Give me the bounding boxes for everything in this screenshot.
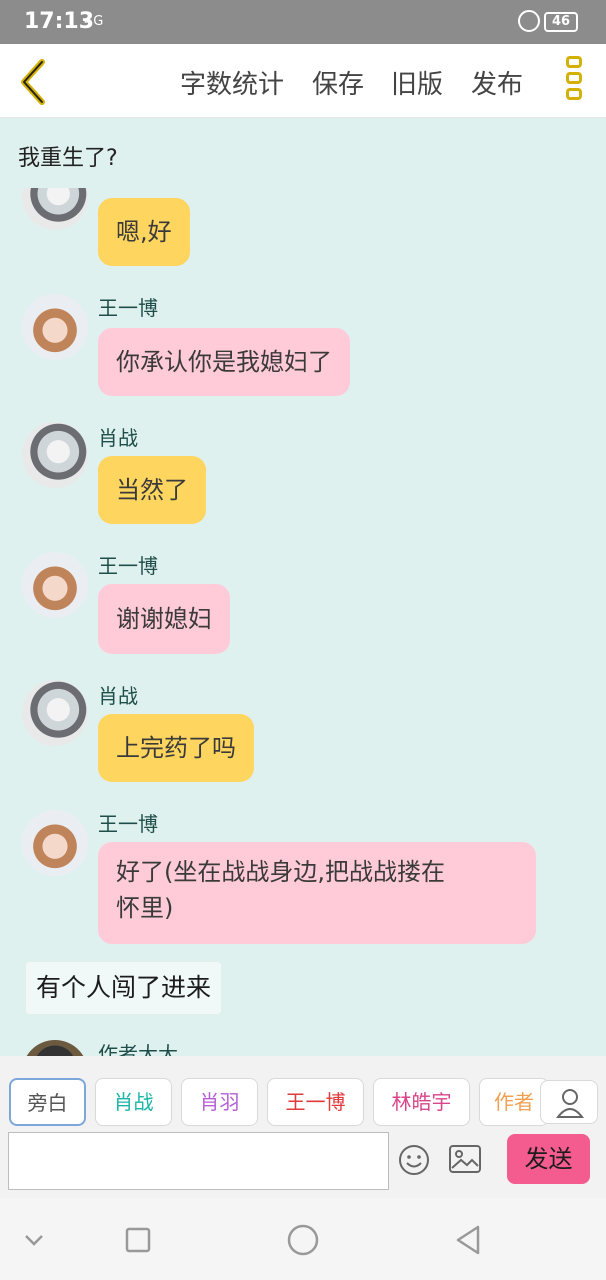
navigation-bar [0, 1198, 606, 1280]
role-label: 旁白 [27, 1091, 68, 1115]
nav-square-icon[interactable] [120, 1222, 156, 1258]
nav-circle-icon[interactable] [285, 1222, 321, 1258]
message-input[interactable] [8, 1132, 389, 1190]
avatar-author[interactable] [22, 1040, 88, 1056]
nav-down-icon[interactable] [16, 1222, 52, 1258]
message-line: 怀里) [116, 894, 174, 922]
role-tab[interactable]: 肖战 [95, 1078, 172, 1126]
message-bubble[interactable]: 上完药了吗 [98, 714, 254, 782]
avatar-xiaozhan[interactable] [22, 422, 88, 488]
message-bubble[interactable]: 好了(坐在战战身边,把战战搂在 怀里) [98, 842, 536, 944]
role-tab[interactable]: 旁白 [9, 1078, 86, 1126]
avatar-wangyibo[interactable] [22, 552, 88, 618]
battery-icon: 46 [544, 12, 578, 32]
nav-back-triangle-icon[interactable] [452, 1222, 488, 1258]
signal-icon: 4G [84, 14, 105, 29]
speaker-name: 王一博 [98, 812, 158, 836]
emoji-icon[interactable] [398, 1144, 430, 1176]
role-label: 肖战 [113, 1090, 154, 1114]
speaker-name: 王一博 [98, 554, 158, 578]
old-version-button[interactable]: 旧版 [391, 64, 443, 101]
role-label: 林皓宇 [391, 1090, 452, 1114]
publish-button[interactable]: 发布 [471, 64, 523, 101]
role-label: 王一博 [285, 1090, 346, 1114]
narration-message[interactable]: 有个人闯了进来 [26, 962, 222, 1014]
role-tab[interactable]: 王一博 [267, 1078, 364, 1126]
send-button[interactable]: 发送 [507, 1134, 590, 1184]
speaker-name: 肖战 [98, 426, 138, 450]
chat-area[interactable]: 嗯,好 王一博 你承认你是我媳妇了 肖战 当然了 王一博 谢谢媳妇 肖战 上完药… [0, 188, 606, 1056]
image-icon[interactable] [448, 1144, 482, 1174]
avatar-wangyibo[interactable] [22, 810, 88, 876]
message-bubble[interactable]: 当然了 [98, 456, 206, 524]
avatar-wangyibo[interactable] [22, 294, 88, 360]
message-bubble[interactable]: 你承认你是我媳妇了 [98, 328, 350, 396]
speaker-name: 肖战 [98, 684, 138, 708]
message-bubble[interactable]: 谢谢媳妇 [98, 584, 230, 654]
role-label: 作者 [494, 1090, 534, 1114]
input-panel: 旁白 肖战 肖羽 王一博 林皓宇 作者 发送 [0, 1056, 606, 1198]
avatar-xiaozhan[interactable] [22, 680, 88, 746]
message-bubble[interactable]: 嗯,好 [98, 198, 190, 266]
back-chevron-icon[interactable] [10, 54, 60, 110]
word-count-button[interactable]: 字数统计 [180, 64, 284, 101]
speaker-name: 王一博 [98, 296, 158, 320]
more-dots-icon[interactable] [562, 56, 586, 106]
speaker-name: 作者大大 [98, 1042, 178, 1056]
role-tab[interactable]: 林皓宇 [373, 1078, 470, 1126]
role-tab[interactable]: 作者 [479, 1078, 549, 1126]
save-button[interactable]: 保存 [312, 64, 364, 101]
user-icon[interactable] [540, 1080, 598, 1124]
role-label: 肖羽 [199, 1090, 240, 1114]
chat-title: 我重生了? [18, 146, 118, 171]
avatar-xiaozhan[interactable] [22, 188, 88, 230]
message-line: 好了(坐在战战身边,把战战搂在 [116, 858, 445, 886]
top-toolbar: 字数统计 保存 旧版 发布 [0, 44, 606, 118]
status-bar: 17:13 4G 46 [0, 0, 606, 44]
role-tab[interactable]: 肖羽 [181, 1078, 258, 1126]
rotation-lock-icon [518, 10, 540, 32]
